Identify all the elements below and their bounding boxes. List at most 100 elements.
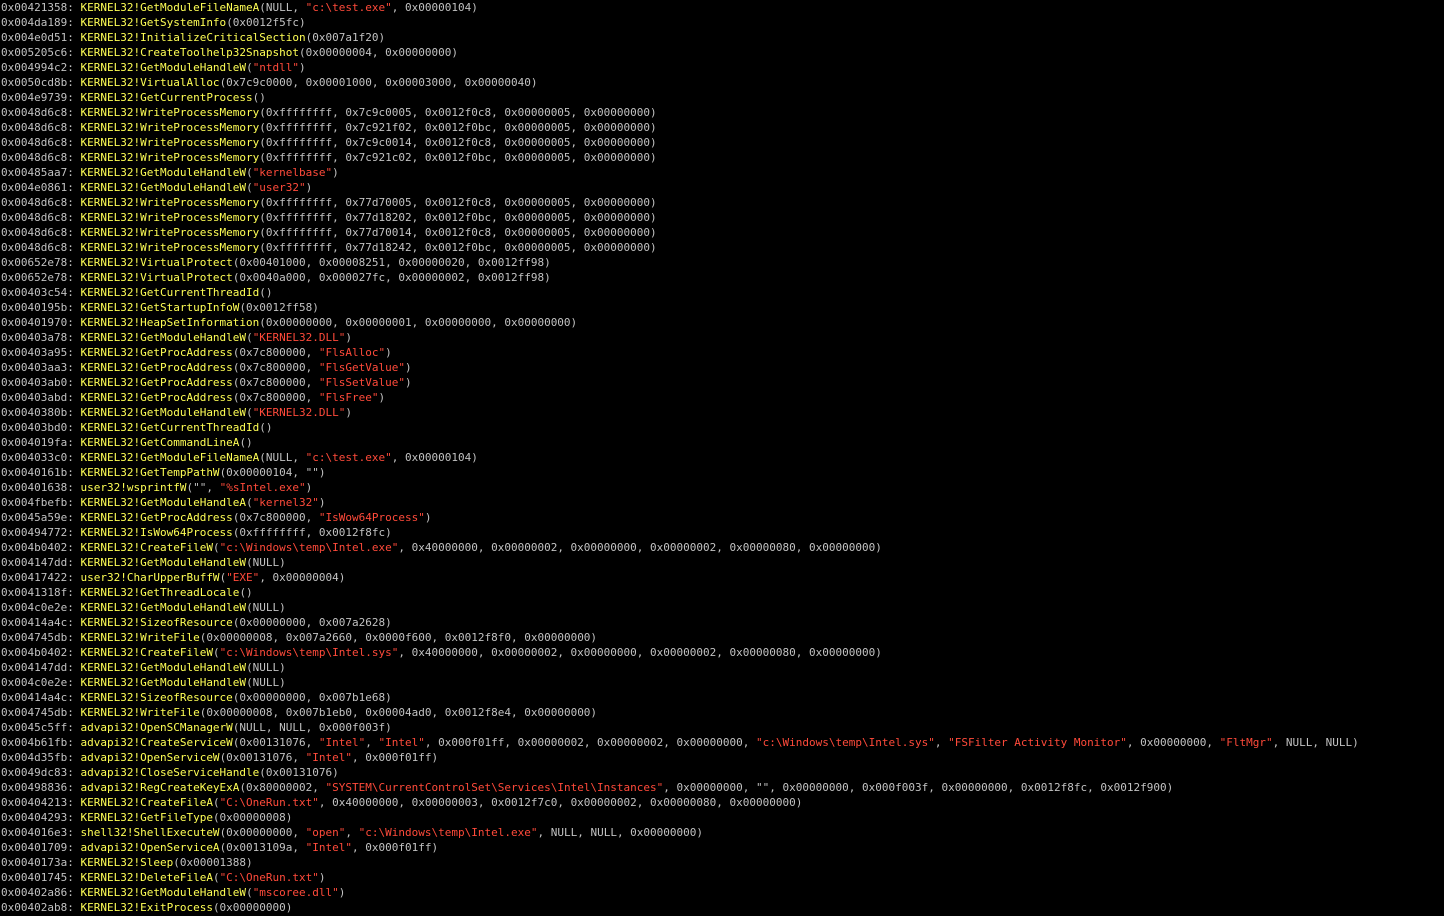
- log-args: (0x7c800000,: [232, 391, 319, 404]
- log-line: 0x004b0402: KERNEL32!CreateFileW("c:\Win…: [1, 540, 1444, 555]
- log-line: 0x004b61fb: advapi32!CreateServiceW(0x00…: [1, 735, 1444, 750]
- log-line: 0x0048d6c8: KERNEL32!WriteProcessMemory(…: [1, 120, 1444, 135]
- log-string-arg: "open": [305, 826, 346, 839]
- log-function-name: KERNEL32!GetSystemInfo: [80, 16, 227, 29]
- log-args: (0x80000002,: [239, 781, 326, 794]
- log-line: 0x00401638: user32!wsprintfW("", "%sInte…: [1, 480, 1444, 495]
- log-function-name: KERNEL32!GetStartupInfoW: [80, 301, 240, 314]
- log-address: 0x0040161b:: [1, 466, 74, 479]
- log-function-name: KERNEL32!WriteProcessMemory: [80, 151, 260, 164]
- log-function-name: KERNEL32!WriteFile: [80, 631, 200, 644]
- log-args: ,: [365, 736, 379, 749]
- log-args: (0xffffffff, 0x77d18242, 0x0012f0bc, 0x0…: [259, 241, 657, 254]
- log-line: 0x0048d6c8: KERNEL32!WriteProcessMemory(…: [1, 240, 1444, 255]
- log-string-arg: "FlsAlloc": [318, 346, 386, 359]
- log-function-name: KERNEL32!DeleteFileA: [80, 871, 213, 884]
- log-args: (: [246, 181, 253, 194]
- log-string-arg: "FlsSetValue": [318, 376, 405, 389]
- log-line: 0x00494772: KERNEL32!IsWow64Process(0xff…: [1, 525, 1444, 540]
- log-function-name: KERNEL32!ExitProcess: [80, 901, 213, 914]
- log-args: (0xffffffff, 0x7c921f02, 0x0012f0bc, 0x0…: [259, 121, 657, 134]
- log-line: 0x0040161b: KERNEL32!GetTempPathW(0x0000…: [1, 465, 1444, 480]
- log-args: (0x7c800000,: [232, 376, 319, 389]
- log-line: 0x004da189: KERNEL32!GetSystemInfo(0x001…: [1, 15, 1444, 30]
- log-args: (0x00000104, ""): [219, 466, 326, 479]
- log-line: 0x00414a4c: KERNEL32!SizeofResource(0x00…: [1, 690, 1444, 705]
- log-args: (0x00131076,: [219, 751, 306, 764]
- log-args: , 0x00000000, "", 0x00000000, 0x000f003f…: [663, 781, 1174, 794]
- log-line: 0x00403ab0: KERNEL32!GetProcAddress(0x7c…: [1, 375, 1444, 390]
- log-args: (0x7c800000,: [232, 511, 319, 524]
- log-line: 0x004033c0: KERNEL32!GetModuleFileNameA(…: [1, 450, 1444, 465]
- log-args: , 0x000f01ff, 0x00000002, 0x00000002, 0x…: [424, 736, 757, 749]
- log-string-arg: "mscoree.dll": [252, 886, 339, 899]
- log-args: ): [305, 181, 313, 194]
- log-line: 0x00403c54: KERNEL32!GetCurrentThreadId(…: [1, 285, 1444, 300]
- log-address: 0x00485aa7:: [1, 166, 74, 179]
- log-args: (0x00000000,: [219, 826, 306, 839]
- log-args: (): [259, 286, 273, 299]
- log-function-name: KERNEL32!CreateFileA: [80, 796, 213, 809]
- log-function-name: KERNEL32!GetCurrentThreadId: [80, 286, 260, 299]
- log-address: 0x0040195b:: [1, 301, 74, 314]
- log-address: 0x00417422:: [1, 571, 74, 584]
- log-function-name: KERNEL32!GetModuleHandleW: [80, 601, 247, 614]
- log-args: , 0x00000104): [391, 451, 478, 464]
- log-function-name: advapi32!CloseServiceHandle: [80, 766, 260, 779]
- log-line: 0x00403aa3: KERNEL32!GetProcAddress(0x7c…: [1, 360, 1444, 375]
- log-args: ): [345, 406, 353, 419]
- log-line: 0x0048d6c8: KERNEL32!WriteProcessMemory(…: [1, 135, 1444, 150]
- log-address: 0x0040173a:: [1, 856, 74, 869]
- log-string-arg: "%sIntel.exe": [219, 481, 306, 494]
- log-function-name: KERNEL32!GetCurrentThreadId: [80, 421, 260, 434]
- log-args: (NULL): [246, 601, 286, 614]
- log-args: (0x0012ff58): [239, 301, 319, 314]
- log-line: 0x0040195b: KERNEL32!GetStartupInfoW(0x0…: [1, 300, 1444, 315]
- log-line: 0x0045a59e: KERNEL32!GetProcAddress(0x7c…: [1, 510, 1444, 525]
- log-string-arg: "Intel": [305, 841, 353, 854]
- log-address: 0x00403ab0:: [1, 376, 74, 389]
- log-function-name: KERNEL32!GetThreadLocale: [80, 586, 240, 599]
- log-address: 0x00414a4c:: [1, 691, 74, 704]
- log-args: (0xffffffff, 0x77d70014, 0x0012f0c8, 0x0…: [259, 226, 657, 239]
- log-args: ,: [345, 826, 359, 839]
- log-address: 0x0040380b:: [1, 406, 74, 419]
- log-line: 0x00485aa7: KERNEL32!GetModuleHandleW("k…: [1, 165, 1444, 180]
- log-address: 0x00401638:: [1, 481, 74, 494]
- log-args: (: [246, 166, 253, 179]
- log-string-arg: "kernel32": [252, 496, 319, 509]
- log-function-name: KERNEL32!GetModuleHandleW: [80, 661, 247, 674]
- log-line: 0x0050cd8b: KERNEL32!VirtualAlloc(0x7c9c…: [1, 75, 1444, 90]
- log-function-name: KERNEL32!GetFileType: [80, 811, 213, 824]
- log-address: 0x00403c54:: [1, 286, 74, 299]
- log-args: ): [305, 481, 313, 494]
- log-address: 0x004da189:: [1, 16, 74, 29]
- log-line: 0x00417422: user32!CharUpperBuffW("EXE",…: [1, 570, 1444, 585]
- log-line: 0x0040380b: KERNEL32!GetModuleHandleW("K…: [1, 405, 1444, 420]
- log-args: (): [239, 436, 253, 449]
- log-address: 0x004b61fb:: [1, 736, 74, 749]
- log-function-name: KERNEL32!GetModuleHandleW: [80, 556, 247, 569]
- log-string-arg: "FlsFree": [318, 391, 379, 404]
- log-string-arg: "EXE": [226, 571, 260, 584]
- log-address: 0x004b0402:: [1, 541, 74, 554]
- log-address: 0x0050cd8b:: [1, 76, 74, 89]
- log-address: 0x004147dd:: [1, 556, 74, 569]
- log-line: 0x004994c2: KERNEL32!GetModuleHandleW("n…: [1, 60, 1444, 75]
- log-function-name: KERNEL32!WriteProcessMemory: [80, 106, 260, 119]
- log-function-name: KERNEL32!Sleep: [80, 856, 174, 869]
- log-function-name: KERNEL32!CreateFileW: [80, 646, 213, 659]
- log-args: (: [246, 496, 253, 509]
- log-args: (NULL): [246, 556, 286, 569]
- log-string-arg: "kernelbase": [252, 166, 333, 179]
- log-line: 0x00402a86: KERNEL32!GetModuleHandleW("m…: [1, 885, 1444, 900]
- log-address: 0x0048d6c8:: [1, 106, 74, 119]
- log-address: 0x0041318f:: [1, 586, 74, 599]
- log-address: 0x00403a78:: [1, 331, 74, 344]
- log-line: 0x004c0e2e: KERNEL32!GetModuleHandleW(NU…: [1, 600, 1444, 615]
- log-args: (0x7c9c0000, 0x00001000, 0x00003000, 0x0…: [219, 76, 538, 89]
- log-address: 0x004e0d51:: [1, 31, 74, 44]
- log-args: , 0x00000104): [391, 1, 478, 14]
- log-line: 0x00404213: KERNEL32!CreateFileA("C:\One…: [1, 795, 1444, 810]
- log-line: 0x0041318f: KERNEL32!GetThreadLocale(): [1, 585, 1444, 600]
